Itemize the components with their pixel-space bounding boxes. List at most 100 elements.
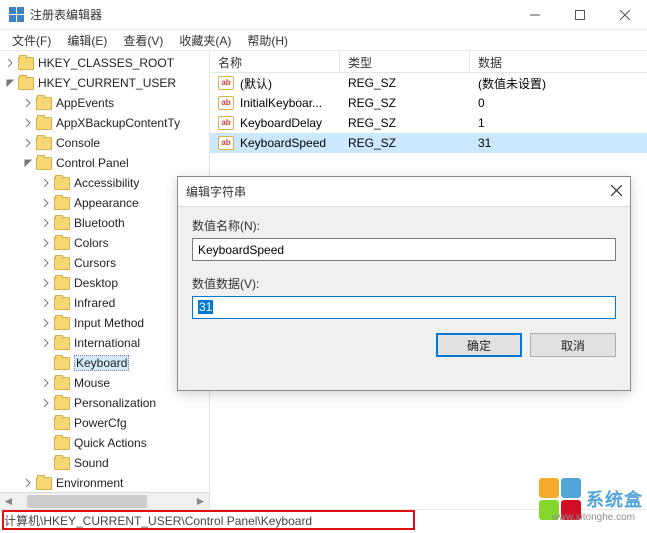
folder-icon (18, 77, 34, 90)
chevron-right-icon[interactable] (40, 417, 52, 429)
tree-node-label: Colors (74, 236, 109, 250)
tree-node-label: Console (56, 136, 100, 150)
chevron-right-icon[interactable] (40, 337, 52, 349)
ok-button[interactable]: 确定 (436, 333, 522, 357)
scroll-right-icon[interactable]: ► (192, 493, 209, 510)
cancel-button[interactable]: 取消 (530, 333, 616, 357)
folder-icon (54, 417, 70, 430)
tree-node-hkcr[interactable]: HKEY_CLASSES_ROOT (0, 53, 209, 73)
tree-node-label: Bluetooth (74, 216, 125, 230)
tree-node[interactable]: Sound (0, 453, 209, 473)
chevron-right-icon[interactable] (4, 57, 16, 69)
tree-node-label: Personalization (74, 396, 156, 410)
tree-node[interactable]: AppEvents (0, 93, 209, 113)
chevron-right-icon[interactable] (22, 97, 34, 109)
value-name: KeyboardSpeed (240, 136, 326, 150)
chevron-right-icon[interactable] (22, 477, 34, 489)
list-row[interactable]: abKeyboardSpeedREG_SZ31 (210, 133, 647, 153)
folder-icon (36, 477, 52, 490)
tree-node[interactable]: AppXBackupContentTy (0, 113, 209, 133)
close-button[interactable] (602, 0, 647, 30)
tree-node-hkcu[interactable]: HKEY_CURRENT_USER (0, 73, 209, 93)
minimize-button[interactable] (512, 0, 557, 30)
tree-node[interactable]: Control Panel (0, 153, 209, 173)
chevron-right-icon[interactable] (22, 117, 34, 129)
menu-help[interactable]: 帮助(H) (239, 30, 296, 51)
chevron-right-icon[interactable] (40, 377, 52, 389)
chevron-right-icon[interactable] (40, 437, 52, 449)
chevron-right-icon[interactable] (40, 217, 52, 229)
string-value-icon: ab (218, 136, 234, 150)
folder-icon (36, 117, 52, 130)
tree-node[interactable]: PowerCfg (0, 413, 209, 433)
chevron-right-icon[interactable] (40, 197, 52, 209)
value-type: REG_SZ (348, 96, 396, 110)
chevron-right-icon[interactable] (40, 177, 52, 189)
tree-node-label: Infrared (74, 296, 115, 310)
tree-node-label: Sound (74, 456, 109, 470)
chevron-right-icon[interactable] (40, 237, 52, 249)
tree-node-label: Appearance (74, 196, 139, 210)
scroll-left-icon[interactable]: ◄ (0, 493, 17, 510)
menu-favorites[interactable]: 收藏夹(A) (171, 30, 239, 51)
tree-node-label: Environment (56, 476, 123, 490)
tree-node-label: Input Method (74, 316, 144, 330)
folder-icon (36, 157, 52, 170)
value-name-input[interactable] (192, 238, 616, 261)
tree-node-label: Mouse (74, 376, 110, 390)
status-path: 计算机\HKEY_CURRENT_USER\Control Panel\Keyb… (4, 512, 312, 529)
chevron-right-icon[interactable] (40, 397, 52, 409)
chevron-right-icon[interactable] (22, 137, 34, 149)
window-title: 注册表编辑器 (30, 6, 512, 23)
folder-icon (54, 257, 70, 270)
folder-icon (54, 217, 70, 230)
tree-node-label: AppEvents (56, 96, 114, 110)
folder-icon (54, 317, 70, 330)
tree-node[interactable]: Quick Actions (0, 433, 209, 453)
list-row[interactable]: abKeyboardDelayREG_SZ1 (210, 113, 647, 133)
list-row[interactable]: abInitialKeyboar...REG_SZ0 (210, 93, 647, 113)
chevron-right-icon[interactable] (40, 357, 52, 369)
horizontal-scrollbar[interactable]: ◄ ► (0, 492, 209, 509)
value-name: (默认) (240, 75, 272, 92)
list-row[interactable]: ab(默认)REG_SZ(数值未设置) (210, 73, 647, 93)
menu-file[interactable]: 文件(F) (4, 30, 59, 51)
folder-icon (54, 297, 70, 310)
tree-node[interactable]: Console (0, 133, 209, 153)
menu-view[interactable]: 查看(V) (115, 30, 171, 51)
chevron-right-icon[interactable] (40, 257, 52, 269)
chevron-right-icon[interactable] (40, 317, 52, 329)
folder-icon (18, 57, 34, 70)
menu-edit[interactable]: 编辑(E) (59, 30, 115, 51)
col-name[interactable]: 名称 (210, 51, 340, 72)
value-data: (数值未设置) (478, 75, 546, 92)
value-name-label: 数值名称(N): (192, 217, 616, 234)
list-header: 名称 类型 数据 (210, 51, 647, 73)
chevron-right-icon[interactable] (40, 277, 52, 289)
tree-node-label: Keyboard (74, 355, 129, 371)
value-data: 31 (478, 136, 491, 150)
value-type: REG_SZ (348, 116, 396, 130)
value-data-selection: 31 (198, 300, 213, 314)
chevron-down-icon[interactable] (4, 77, 16, 89)
chevron-down-icon[interactable] (22, 157, 34, 169)
maximize-button[interactable] (557, 0, 602, 30)
value-data-input[interactable]: 31 (192, 296, 616, 319)
folder-icon (54, 457, 70, 470)
scrollbar-thumb[interactable] (27, 495, 147, 508)
dialog-close-button[interactable] (592, 185, 622, 199)
folder-icon (54, 197, 70, 210)
tree-node-label: Control Panel (56, 156, 129, 170)
folder-icon (54, 397, 70, 410)
folder-icon (54, 377, 70, 390)
tree-node[interactable]: Environment (0, 473, 209, 493)
tree-node[interactable]: Personalization (0, 393, 209, 413)
tree-node-label: International (74, 336, 140, 350)
folder-icon (54, 337, 70, 350)
chevron-right-icon[interactable] (40, 297, 52, 309)
chevron-right-icon[interactable] (40, 457, 52, 469)
menubar: 文件(F) 编辑(E) 查看(V) 收藏夹(A) 帮助(H) (0, 30, 647, 51)
col-data[interactable]: 数据 (470, 51, 647, 72)
col-type[interactable]: 类型 (340, 51, 470, 72)
folder-icon (36, 97, 52, 110)
